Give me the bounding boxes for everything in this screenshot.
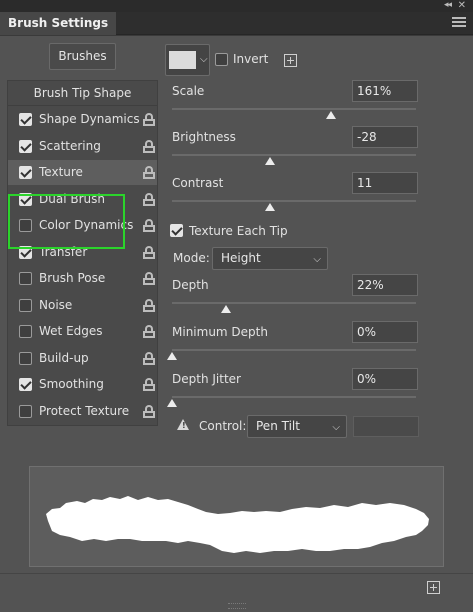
texture-swatch xyxy=(169,51,196,69)
list-item-label: Noise xyxy=(39,297,73,312)
list-item-noise[interactable]: Noise xyxy=(8,293,157,318)
list-item-shape-dynamics[interactable]: Shape Dynamics xyxy=(8,107,157,132)
list-item-checkbox[interactable] xyxy=(19,272,32,285)
scale-input[interactable]: 161% xyxy=(352,80,418,102)
minimum-depth-slider-track[interactable] xyxy=(172,349,416,351)
brightness-label: Brightness xyxy=(172,130,236,144)
control-label: Control: xyxy=(199,419,247,433)
contrast-input[interactable]: 11 xyxy=(352,172,418,194)
new-pattern-icon[interactable] xyxy=(284,54,297,67)
depth-slider-knob[interactable] xyxy=(220,305,231,313)
list-item-scattering[interactable]: Scattering xyxy=(8,134,157,159)
contrast-slider-knob[interactable] xyxy=(264,203,275,211)
stroke-preview-image xyxy=(46,496,429,553)
brush-options-list: Brush Tip Shape Shape Dynamics Scattering… xyxy=(7,80,158,426)
invert-checkbox[interactable] xyxy=(215,53,228,66)
texture-swatch-picker[interactable]: ⌵ xyxy=(165,44,210,76)
panel-footer-divider xyxy=(0,573,473,574)
list-item-checkbox[interactable] xyxy=(19,404,32,418)
list-item-texture[interactable]: Texture xyxy=(8,160,157,185)
list-item-checkbox[interactable] xyxy=(19,351,32,365)
control-value-input xyxy=(353,416,419,437)
control-value: Pen Tilt xyxy=(256,419,300,433)
depth-jitter-slider-knob[interactable] xyxy=(167,399,177,407)
list-item-protect-texture[interactable]: Protect Texture xyxy=(8,399,157,424)
panel-tab-bar: Brush Settings xyxy=(0,12,473,35)
highlight-box xyxy=(8,194,125,249)
list-item-checkbox[interactable] xyxy=(19,113,32,126)
list-item-checkbox[interactable] xyxy=(19,298,32,312)
lock-icon[interactable] xyxy=(143,298,155,312)
list-item-brush-pose[interactable]: Brush Pose xyxy=(8,266,157,291)
mode-label: Mode: xyxy=(173,251,210,265)
close-icon[interactable]: ✕ xyxy=(458,0,466,11)
list-item-label: Scattering xyxy=(39,138,101,153)
lock-icon[interactable] xyxy=(143,166,155,179)
list-item-checkbox[interactable] xyxy=(19,139,32,153)
lock-icon[interactable] xyxy=(143,272,155,285)
minimum-depth-slider-knob[interactable] xyxy=(167,352,177,360)
control-select[interactable]: Pen Tilt ⌵ xyxy=(247,415,347,438)
list-item-label: Brush Pose xyxy=(39,271,106,285)
scale-slider-knob[interactable] xyxy=(325,111,336,119)
list-item-checkbox[interactable] xyxy=(19,325,32,338)
contrast-slider-track[interactable] xyxy=(172,200,416,202)
brush-tip-shape-item[interactable]: Brush Tip Shape xyxy=(8,81,157,106)
lock-icon[interactable] xyxy=(143,139,155,153)
scale-slider-track[interactable] xyxy=(172,108,416,110)
lock-icon[interactable] xyxy=(143,113,155,126)
panel-top-strip: ◂◂ ✕ xyxy=(0,0,473,12)
depth-label: Depth xyxy=(172,278,209,292)
chevron-down-icon: ⌵ xyxy=(313,254,321,265)
depth-jitter-slider-track[interactable] xyxy=(172,396,416,398)
brightness-slider-track[interactable] xyxy=(172,154,416,156)
list-item-label: Wet Edges xyxy=(39,324,103,338)
brightness-input[interactable]: -28 xyxy=(352,126,418,148)
mode-value: Height xyxy=(221,251,261,265)
chevron-down-icon: ⌵ xyxy=(200,54,208,65)
tab-brush-settings[interactable]: Brush Settings xyxy=(0,12,117,35)
chevron-down-icon: ⌵ xyxy=(332,422,340,433)
texture-each-tip-label: Texture Each Tip xyxy=(189,224,288,238)
lock-icon[interactable] xyxy=(143,404,155,418)
texture-each-tip-checkbox[interactable] xyxy=(170,224,183,237)
create-new-brush-icon[interactable] xyxy=(427,581,440,594)
lock-icon[interactable] xyxy=(143,192,155,206)
lock-icon[interactable] xyxy=(143,378,155,391)
list-item-wet-edges[interactable]: Wet Edges xyxy=(8,319,157,344)
list-item-build-up[interactable]: Build-up xyxy=(8,346,157,371)
list-item-label: Shape Dynamics xyxy=(39,112,140,126)
brushes-button[interactable]: Brushes xyxy=(49,43,116,70)
collapse-icon[interactable]: ◂◂ xyxy=(444,0,452,11)
list-item-label: Smoothing xyxy=(39,377,104,391)
list-item-label: Protect Texture xyxy=(39,403,130,418)
depth-slider-track[interactable] xyxy=(172,302,416,304)
minimum-depth-input[interactable]: 0% xyxy=(352,321,418,343)
lock-icon[interactable] xyxy=(143,325,155,338)
depth-jitter-input[interactable]: 0% xyxy=(352,368,418,390)
list-item-smoothing[interactable]: Smoothing xyxy=(8,372,157,397)
panel-menu-icon[interactable] xyxy=(452,17,466,29)
minimum-depth-label: Minimum Depth xyxy=(172,325,268,339)
contrast-label: Contrast xyxy=(172,176,224,190)
list-item-checkbox[interactable] xyxy=(19,378,32,391)
lock-icon[interactable] xyxy=(143,219,155,232)
depth-input[interactable]: 22% xyxy=(352,274,418,296)
list-item-label: Texture xyxy=(39,165,83,179)
brush-stroke-preview xyxy=(29,466,444,567)
list-item-checkbox[interactable] xyxy=(19,166,32,179)
mode-select[interactable]: Height ⌵ xyxy=(212,247,328,270)
lock-icon[interactable] xyxy=(143,245,155,259)
invert-label: Invert xyxy=(233,52,269,66)
resize-grip[interactable] xyxy=(228,603,246,609)
brightness-slider-knob[interactable] xyxy=(264,157,275,165)
brush-settings-panel: Brushes Brush Tip Shape Shape Dynamics Sc… xyxy=(0,36,473,612)
depth-jitter-label: Depth Jitter xyxy=(172,372,241,386)
list-item-label: Build-up xyxy=(39,350,89,365)
scale-label: Scale xyxy=(172,84,205,98)
lock-icon[interactable] xyxy=(143,351,155,365)
